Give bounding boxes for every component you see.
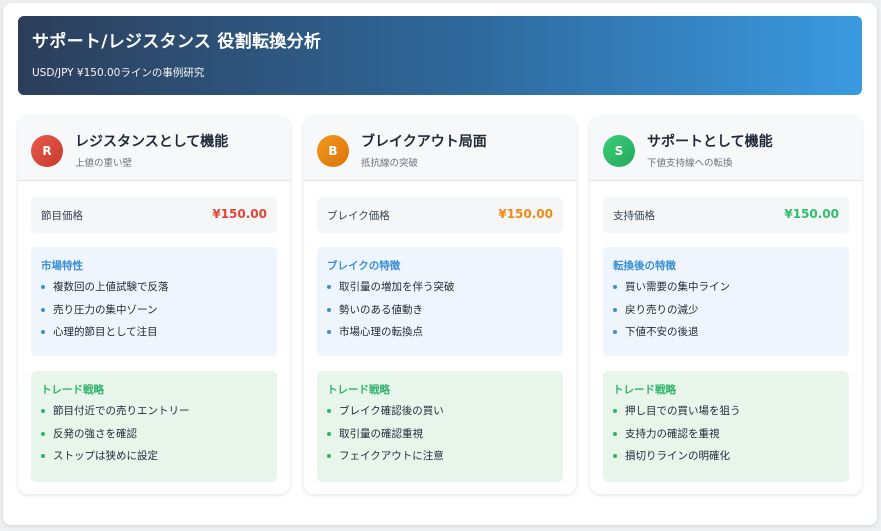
bullet-icon bbox=[41, 285, 45, 289]
bullet-icon bbox=[41, 409, 45, 413]
page-title: サポート/レジスタンス 役割転換分析 bbox=[32, 32, 322, 52]
card-subtitle: 抵抗線の突破 bbox=[361, 158, 419, 169]
list-item: 買い需要の集中ライン bbox=[613, 279, 839, 302]
support-badge: S bbox=[603, 135, 635, 167]
card-title: ブレイクアウト局面 bbox=[361, 134, 487, 150]
list-item-text: 戻り売りの減少 bbox=[625, 303, 699, 316]
list-item-text: 節目付近での売りエントリー bbox=[53, 405, 190, 417]
list-item: 反発の強さを確認 bbox=[41, 426, 267, 449]
list-item: 下値不安の後退 bbox=[613, 324, 839, 347]
trade-box: トレード戦略 押し目での買い場を狙う 支持力の確認を重視 損切りラインの明確化 bbox=[603, 371, 849, 482]
market-title: ブレイクの特徴 bbox=[327, 260, 401, 272]
market-box: 市場特性 複数回の上値試験で反落 売り圧力の集中ゾーン 心理的節目として注目 bbox=[31, 247, 277, 356]
bullet-icon bbox=[327, 454, 331, 458]
list-item: 売り圧力の集中ゾーン bbox=[41, 302, 267, 325]
card-header: S サポートとして機能 下値支持線への転換 bbox=[590, 116, 862, 181]
breakout-card: B ブレイクアウト局面 抵抗線の突破 ブレイク価格 ¥150.00 ブレイクの特… bbox=[304, 116, 576, 494]
main-panel: サポート/レジスタンス 役割転換分析 USD/JPY ¥150.00ラインの事例… bbox=[3, 3, 877, 525]
bullet-icon bbox=[613, 454, 617, 458]
list-item: 節目付近での売りエントリー bbox=[41, 403, 267, 426]
resistance-card: R レジスタンスとして機能 上値の重い壁 節目価格 ¥150.00 市場特性 複… bbox=[18, 116, 290, 494]
list-item: 勢いのある値動き bbox=[327, 302, 553, 325]
list-item: ブレイク確認後の買い bbox=[327, 403, 553, 426]
card-title: サポートとして機能 bbox=[647, 134, 773, 150]
list-item: 戻り売りの減少 bbox=[613, 302, 839, 325]
list-item-text: 複数回の上値試験で反落 bbox=[53, 281, 169, 293]
price-value: ¥150.00 bbox=[212, 207, 267, 221]
list-item-text: フェイクアウトに注意 bbox=[339, 450, 444, 462]
price-row: 支持価格 ¥150.00 bbox=[603, 197, 849, 233]
list-item: 取引量の増加を伴う突破 bbox=[327, 279, 553, 302]
list-item: 市場心理の転換点 bbox=[327, 324, 553, 347]
list-item-text: 取引量の増加を伴う突破 bbox=[339, 281, 455, 293]
list-item-text: ブレイク確認後の買い bbox=[339, 405, 444, 417]
market-title: 市場特性 bbox=[41, 260, 83, 272]
card-subtitle: 上値の重い壁 bbox=[75, 158, 133, 169]
list-item-text: 買い需要の集中ライン bbox=[625, 281, 730, 293]
page-header: サポート/レジスタンス 役割転換分析 USD/JPY ¥150.00ラインの事例… bbox=[18, 16, 862, 95]
price-label: 節目価格 bbox=[41, 210, 83, 222]
trade-box: トレード戦略 節目付近での売りエントリー 反発の強さを確認 ストップは狭めに設定 bbox=[31, 371, 277, 482]
price-label: ブレイク価格 bbox=[327, 210, 390, 222]
bullet-icon bbox=[41, 307, 45, 312]
bullet-icon bbox=[41, 431, 45, 436]
bullet-icon bbox=[613, 307, 617, 312]
price-label: 支持価格 bbox=[613, 210, 655, 222]
market-box: ブレイクの特徴 取引量の増加を伴う突破 勢いのある値動き 市場心理の転換点 bbox=[317, 247, 563, 356]
price-row: 節目価格 ¥150.00 bbox=[31, 197, 277, 233]
list-item: フェイクアウトに注意 bbox=[327, 448, 553, 471]
list-item-text: 反発の強さを確認 bbox=[53, 427, 137, 440]
trade-title: トレード戦略 bbox=[327, 384, 390, 396]
support-card: S サポートとして機能 下値支持線への転換 支持価格 ¥150.00 転換後の特… bbox=[590, 116, 862, 494]
list-item-text: 取引量の確認重視 bbox=[339, 427, 423, 440]
bullet-icon bbox=[41, 454, 45, 458]
list-item-text: 勢いのある値動き bbox=[339, 303, 423, 316]
list-item-text: ストップは狭めに設定 bbox=[53, 450, 158, 462]
market-box: 転換後の特徴 買い需要の集中ライン 戻り売りの減少 下値不安の後退 bbox=[603, 247, 849, 356]
list-item-text: 損切りラインの明確化 bbox=[625, 450, 730, 462]
list-item-text: 押し目での買い場を狙う bbox=[625, 405, 741, 417]
list-item: ストップは狭めに設定 bbox=[41, 448, 267, 471]
list-item-text: 市場心理の転換点 bbox=[339, 326, 423, 338]
bullet-icon bbox=[613, 285, 617, 289]
bullet-icon bbox=[613, 431, 617, 436]
list-item: 複数回の上値試験で反落 bbox=[41, 279, 267, 302]
list-item: 心理的節目として注目 bbox=[41, 324, 267, 347]
bullet-icon bbox=[41, 330, 45, 334]
bullet-icon bbox=[613, 409, 617, 413]
bullet-icon bbox=[327, 431, 331, 436]
list-item: 押し目での買い場を狙う bbox=[613, 403, 839, 426]
card-subtitle: 下値支持線への転換 bbox=[647, 158, 733, 169]
bullet-icon bbox=[613, 330, 617, 334]
card-header: B ブレイクアウト局面 抵抗線の突破 bbox=[304, 116, 576, 181]
page-subtitle: USD/JPY ¥150.00ラインの事例研究 bbox=[32, 67, 205, 79]
bullet-icon bbox=[327, 409, 331, 413]
card-header: R レジスタンスとして機能 上値の重い壁 bbox=[18, 116, 290, 181]
price-value: ¥150.00 bbox=[498, 207, 553, 221]
trade-title: トレード戦略 bbox=[41, 384, 104, 396]
trade-box: トレード戦略 ブレイク確認後の買い 取引量の確認重視 フェイクアウトに注意 bbox=[317, 371, 563, 482]
list-item-text: 心理的節目として注目 bbox=[53, 326, 158, 338]
breakout-badge: B bbox=[317, 135, 349, 167]
market-title: 転換後の特徴 bbox=[613, 260, 676, 272]
list-item-text: 売り圧力の集中ゾーン bbox=[53, 303, 158, 316]
card-title: レジスタンスとして機能 bbox=[75, 134, 229, 150]
resistance-badge: R bbox=[31, 135, 63, 167]
list-item: 取引量の確認重視 bbox=[327, 426, 553, 449]
price-value: ¥150.00 bbox=[784, 207, 839, 221]
list-item-text: 下値不安の後退 bbox=[625, 326, 699, 338]
list-item-text: 支持力の確認を重視 bbox=[625, 427, 720, 440]
list-item: 損切りラインの明確化 bbox=[613, 448, 839, 471]
price-row: ブレイク価格 ¥150.00 bbox=[317, 197, 563, 233]
list-item: 支持力の確認を重視 bbox=[613, 426, 839, 449]
trade-title: トレード戦略 bbox=[613, 384, 676, 396]
bullet-icon bbox=[327, 285, 331, 289]
bullet-icon bbox=[327, 307, 331, 312]
bullet-icon bbox=[327, 330, 331, 334]
